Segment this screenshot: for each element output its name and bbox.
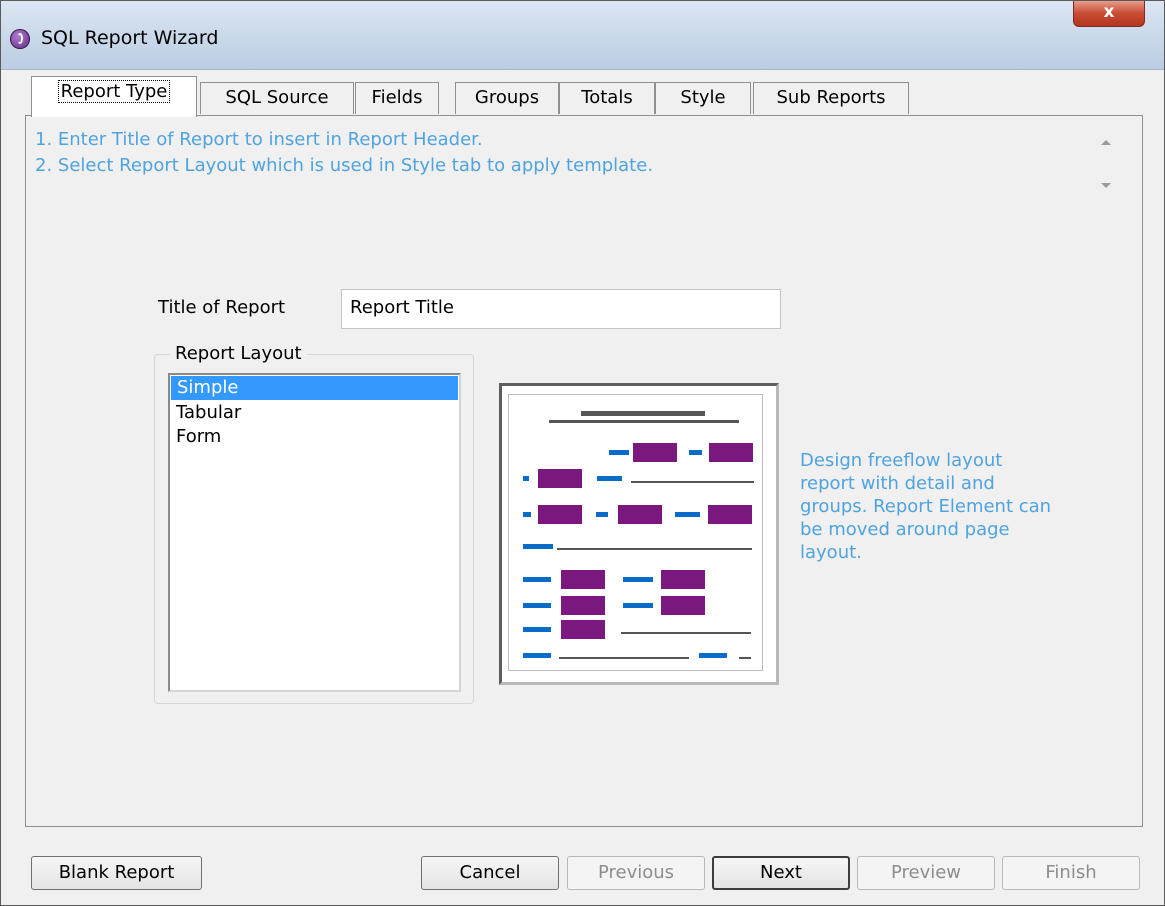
list-item-form[interactable]: Form [170, 425, 459, 449]
list-item-simple[interactable]: Simple [171, 376, 458, 400]
tab-fields[interactable]: Fields [355, 82, 439, 114]
title-bar[interactable]: SQL Report Wizard x [1, 1, 1164, 70]
cancel-button[interactable]: Cancel [421, 856, 559, 890]
instructions-scrollbar[interactable] [1092, 125, 1122, 203]
previous-button[interactable]: Previous [567, 856, 705, 890]
blank-report-button[interactable]: Blank Report [31, 856, 202, 890]
tab-style[interactable]: Style [655, 82, 751, 114]
scroll-down-icon[interactable] [1101, 183, 1111, 188]
next-button[interactable]: Next [712, 856, 850, 890]
preview-button[interactable]: Preview [857, 856, 995, 890]
layout-description: Design freeflow layout report with detai… [800, 450, 1052, 563]
layout-preview-page [508, 394, 763, 671]
app-icon [10, 29, 30, 49]
instructions-text: 1. Enter Title of Report to insert in Re… [35, 127, 653, 179]
report-layout-legend: Report Layout [170, 343, 307, 364]
report-title-input[interactable]: Report Title [341, 289, 781, 329]
tab-sql-source[interactable]: SQL Source [200, 82, 354, 114]
report-layout-list[interactable]: Simple Tabular Form [168, 373, 461, 692]
instruction-line: 2. Select Report Layout which is used in… [35, 155, 654, 176]
tab-report-type[interactable]: Report Type [31, 76, 197, 117]
list-item-tabular[interactable]: Tabular [170, 401, 459, 425]
scroll-up-icon[interactable] [1101, 140, 1111, 145]
tab-groups[interactable]: Groups [455, 82, 559, 114]
close-button[interactable]: x [1073, 1, 1145, 27]
instruction-line: 1. Enter Title of Report to insert in Re… [35, 129, 483, 150]
layout-preview-image [499, 383, 779, 685]
close-icon: x [1103, 2, 1115, 22]
finish-button[interactable]: Finish [1002, 856, 1140, 890]
title-of-report-label: Title of Report [158, 297, 286, 318]
window-title: SQL Report Wizard [41, 27, 219, 49]
tab-sub-reports[interactable]: Sub Reports [753, 82, 909, 114]
tab-totals[interactable]: Totals [559, 82, 655, 114]
layout-preview-graphic [523, 411, 754, 659]
